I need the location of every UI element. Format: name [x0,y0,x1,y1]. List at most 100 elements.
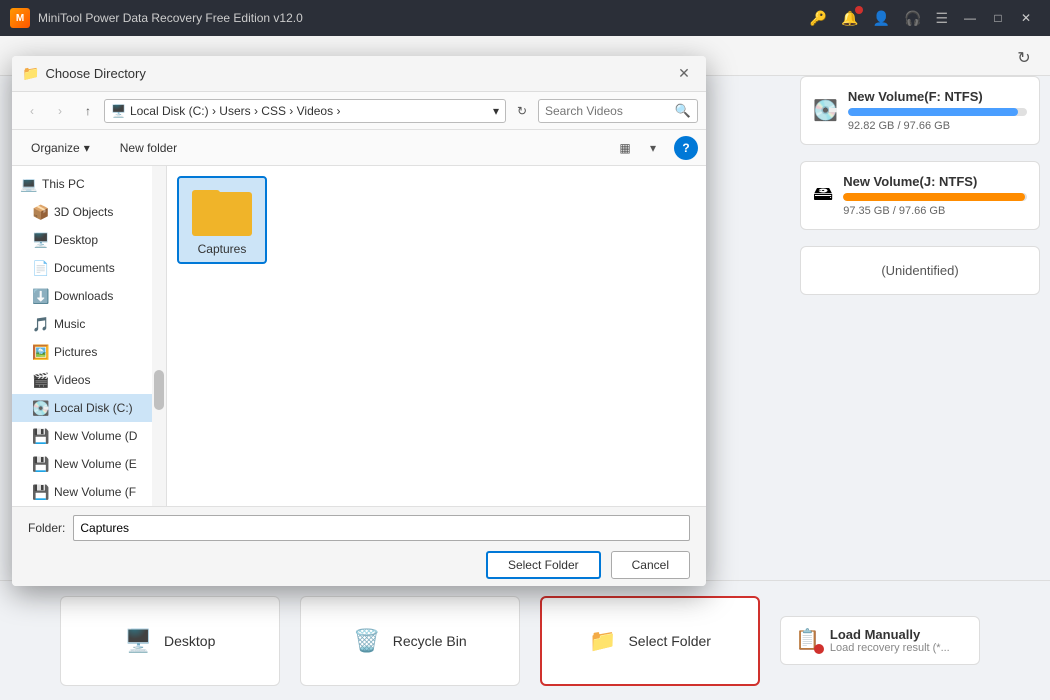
organize-dropdown-icon: ▾ [84,141,90,155]
nav-item-volume-e[interactable]: 💾 New Volume (E [12,450,166,478]
list-view-button[interactable]: ▦ [612,135,638,161]
captures-folder-icon [192,184,252,236]
title-bar: M MiniTool Power Data Recovery Free Edit… [0,0,1050,36]
volume-j-fill [843,193,1025,201]
menu-icon[interactable]: ☰ [935,10,948,27]
address-bar: ‹ › ↑ 🖥️ Local Disk (C:) › Users › CSS ›… [12,92,706,130]
nav-item-thispc[interactable]: 💻 This PC [12,170,166,198]
dialog-content: 💻 This PC 📦 3D Objects 🖥️ Desktop 📄 Docu… [12,166,706,506]
select-folder-button[interactable]: Select Folder [486,551,601,579]
close-button[interactable]: ✕ [1012,4,1040,32]
volume-e-icon: 💾 [32,456,48,473]
dialog-toolbar: Organize ▾ New folder ▦ ▾ ? [12,130,706,166]
nav-panel[interactable]: 💻 This PC 📦 3D Objects 🖥️ Desktop 📄 Docu… [12,166,167,506]
unidentified-label: (Unidentified) [881,263,958,278]
select-folder-card[interactable]: 📁 Select Folder [540,596,760,686]
nav-scroll-track [152,166,166,506]
headset-icon[interactable]: 🎧 [904,10,921,27]
new-folder-label: New folder [120,141,177,155]
volume-f-size: 92.82 GB / 97.66 GB [848,120,1027,132]
pictures-icon: 🖼️ [32,344,48,361]
app-body: ↻ 💽 New Volume(F: NTFS) 92.82 GB / 97.66… [0,36,1050,700]
volume-j-bar [843,193,1027,201]
dialog-title-icon: 📁 [22,65,39,82]
search-input[interactable] [545,104,671,118]
new-folder-button[interactable]: New folder [109,135,188,161]
app-title: MiniTool Power Data Recovery Free Editio… [38,11,810,25]
desktop-card[interactable]: 🖥️ Desktop [60,596,280,686]
volume-j-size: 97.35 GB / 97.66 GB [843,205,1027,217]
nav-item-documents-label: Documents [54,261,115,275]
nav-item-volume-d[interactable]: 💾 New Volume (D [12,422,166,450]
breadcrumb[interactable]: 🖥️ Local Disk (C:) › Users › CSS › Video… [104,99,506,123]
nav-item-thispc-label: This PC [42,177,85,191]
load-badge [814,644,824,654]
nav-item-desktop-label: Desktop [54,233,98,247]
volume-d-icon: 💾 [32,428,48,445]
refresh-dialog-button[interactable]: ↻ [510,99,534,123]
title-bar-icons: 🔑 🔔 👤 🎧 ☰ [810,10,948,27]
recycle-bin-card[interactable]: 🗑️ Recycle Bin [300,596,520,686]
bottom-cards-area: 🖥️ Desktop 🗑️ Recycle Bin 📁 Select Folde… [0,580,1050,700]
maximize-button[interactable]: □ [984,4,1012,32]
desktop-label: Desktop [164,633,215,649]
organize-label: Organize [31,141,80,155]
view-dropdown-button[interactable]: ▾ [640,135,666,161]
nav-item-3dobjects-label: 3D Objects [54,205,113,219]
volume-j-info: New Volume(J: NTFS) 97.35 GB / 97.66 GB [843,174,1027,217]
key-icon[interactable]: 🔑 [810,10,827,27]
minimize-button[interactable]: — [956,4,984,32]
volume-f-info: New Volume(F: NTFS) 92.82 GB / 97.66 GB [848,89,1027,132]
3dobjects-icon: 📦 [32,204,48,221]
nav-item-pictures[interactable]: 🖼️ Pictures [12,338,166,366]
nav-item-volume-f-label: New Volume (F [54,485,136,499]
nav-item-volume-e-label: New Volume (E [54,457,137,471]
up-button[interactable]: ↑ [76,99,100,123]
forward-button[interactable]: › [48,99,72,123]
nav-item-downloads[interactable]: ⬇️ Downloads [12,282,166,310]
desktop-icon: 🖥️ [125,628,152,654]
btn-row: Select Folder Cancel [28,551,690,579]
bell-icon[interactable]: 🔔 [841,10,858,27]
volume-f-title: New Volume(F: NTFS) [848,89,1027,104]
file-view[interactable]: Captures [167,166,706,506]
organize-button[interactable]: Organize ▾ [20,135,101,161]
nav-item-volume-f[interactable]: 💾 New Volume (F [12,478,166,506]
nav-item-localdisk[interactable]: 💽 Local Disk (C:) [12,394,166,422]
desktop-nav-icon: 🖥️ [32,232,48,249]
load-manually-card[interactable]: 📋 Load Manually Load recovery result (*.… [780,616,980,665]
folder-card-icon: 📁 [589,628,616,654]
videos-icon: 🎬 [32,372,48,389]
dialog-title-bar: 📁 Choose Directory ✕ [12,56,706,92]
folder-input[interactable] [73,515,690,541]
dialog-close-button[interactable]: ✕ [672,62,696,86]
volume-j-title: New Volume(J: NTFS) [843,174,1027,189]
nav-item-localdisk-label: Local Disk (C:) [54,401,133,415]
person-icon[interactable]: 👤 [873,10,890,27]
volume-j-card[interactable]: 🖴 New Volume(J: NTFS) 97.35 GB / 97.66 G… [800,161,1040,230]
volume-f-card[interactable]: 💽 New Volume(F: NTFS) 92.82 GB / 97.66 G… [800,76,1040,145]
folder-input-row: Folder: [28,515,690,541]
nav-item-pictures-label: Pictures [54,345,97,359]
recycle-bin-label: Recycle Bin [393,633,467,649]
file-item-captures[interactable]: Captures [177,176,267,264]
nav-item-music-label: Music [54,317,85,331]
nav-item-documents[interactable]: 📄 Documents [12,254,166,282]
file-label-captures: Captures [198,242,247,256]
help-button[interactable]: ? [674,136,698,160]
folder-label: Folder: [28,521,65,535]
nav-item-videos-label: Videos [54,373,90,387]
nav-item-3dobjects[interactable]: 📦 3D Objects [12,198,166,226]
nav-item-videos[interactable]: 🎬 Videos [12,366,166,394]
recycle-bin-icon: 🗑️ [353,628,380,654]
select-folder-label: Select Folder [628,633,710,649]
back-button[interactable]: ‹ [20,99,44,123]
breadcrumb-dropdown-icon: ▾ [493,104,499,118]
nav-item-music[interactable]: 🎵 Music [12,310,166,338]
nav-item-desktop[interactable]: 🖥️ Desktop [12,226,166,254]
load-text: Load Manually Load recovery result (*... [830,627,950,654]
breadcrumb-text: Local Disk (C:) › Users › CSS › Videos › [130,104,341,118]
nav-scroll-thumb [154,370,164,410]
cancel-button[interactable]: Cancel [611,551,690,579]
view-buttons: ▦ ▾ [612,135,666,161]
